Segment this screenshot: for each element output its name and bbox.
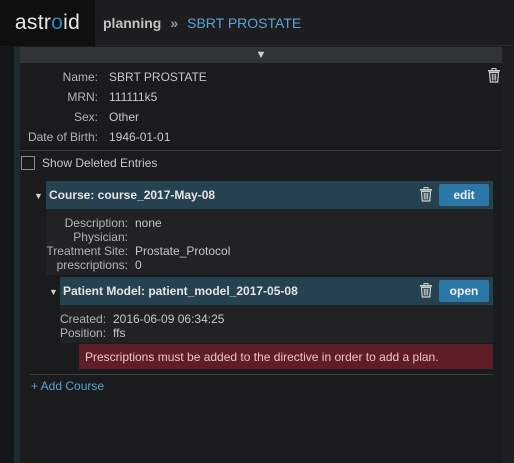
course-caret-icon[interactable]: ▼ xyxy=(34,191,43,201)
patient-sex-row: Sex: Other xyxy=(10,110,139,124)
top-bar: astr o id planning » SBRT PROSTATE xyxy=(0,0,514,46)
logo-text-accent: o xyxy=(51,11,64,34)
course-physician-row: Physician: xyxy=(46,230,135,244)
patient-model-title: Patient Model: patient_model_2017-05-08 xyxy=(63,284,298,298)
show-deleted-checkbox[interactable] xyxy=(21,156,35,170)
patient-model-caret-icon[interactable]: ▼ xyxy=(49,287,58,297)
course-physician-label: Physician: xyxy=(73,230,128,244)
patient-dob-value: 1946-01-01 xyxy=(109,130,171,144)
course-prescriptions-label: prescriptions: xyxy=(56,258,128,272)
patient-name-row: Name: SBRT PROSTATE xyxy=(10,70,207,84)
model-created-value: 2016-06-09 06:34:25 xyxy=(113,312,225,326)
course-site-row: Treatment Site: Prostate_Protocol xyxy=(46,244,230,258)
patient-mrn-value: 111111k5 xyxy=(109,90,158,104)
patient-dob-row: Date of Birth: 1946-01-01 xyxy=(10,130,170,144)
model-position-label: Position: xyxy=(60,326,107,340)
model-position-row: Position: ffs xyxy=(60,326,125,340)
course-description-label: Description: xyxy=(64,216,128,230)
caret-down-icon: ▼ xyxy=(255,49,267,61)
patient-name-value: SBRT PROSTATE xyxy=(109,70,207,84)
show-deleted-row: Show Deleted Entries xyxy=(21,156,157,170)
breadcrumb-planning[interactable]: planning xyxy=(103,15,161,31)
divider xyxy=(30,374,493,375)
course-prescriptions-row: prescriptions: 0 xyxy=(46,258,142,272)
add-course-link[interactable]: + Add Course xyxy=(31,379,104,393)
patient-mrn-row: MRN: 111111k5 xyxy=(10,90,157,104)
patient-sex-label: Sex: xyxy=(73,110,98,124)
model-created-label: Created: xyxy=(60,312,107,326)
model-created-row: Created: 2016-06-09 06:34:25 xyxy=(60,312,224,326)
breadcrumb-separator: » xyxy=(170,15,179,31)
breadcrumb-current: SBRT PROSTATE xyxy=(187,15,302,31)
app-logo[interactable]: astr o id xyxy=(0,0,95,46)
alert-message: Prescriptions must be added to the direc… xyxy=(85,349,439,364)
logo-text-suffix: id xyxy=(63,11,81,34)
course-description-row: Description: none xyxy=(46,216,162,230)
open-patient-model-button[interactable]: open xyxy=(439,280,489,302)
patient-sex-value: Other xyxy=(109,110,140,124)
divider xyxy=(20,150,502,151)
show-deleted-label[interactable]: Show Deleted Entries xyxy=(42,156,157,170)
delete-patient-model-trash-icon[interactable] xyxy=(419,283,433,298)
patient-dob-label: Date of Birth: xyxy=(27,130,98,144)
course-description-value: none xyxy=(135,216,162,230)
course-title: Course: course_2017-May-08 xyxy=(49,188,216,202)
scrollbar[interactable] xyxy=(502,47,514,463)
collapse-toggle[interactable]: ▼ xyxy=(20,47,502,63)
delete-patient-trash-icon[interactable] xyxy=(487,68,501,83)
patient-mrn-label: MRN: xyxy=(67,90,98,104)
prescription-warning-alert: Prescriptions must be added to the direc… xyxy=(79,344,493,369)
breadcrumb: planning » SBRT PROSTATE xyxy=(103,0,301,46)
course-site-value: Prostate_Protocol xyxy=(135,244,231,258)
model-position-value: ffs xyxy=(113,326,126,340)
course-site-label: Treatment Site: xyxy=(46,244,128,258)
patient-name-label: Name: xyxy=(62,70,98,84)
course-prescriptions-value: 0 xyxy=(135,258,142,272)
delete-course-trash-icon[interactable] xyxy=(419,187,433,202)
logo-text-prefix: astr xyxy=(14,11,52,34)
edit-course-button[interactable]: edit xyxy=(439,184,489,206)
